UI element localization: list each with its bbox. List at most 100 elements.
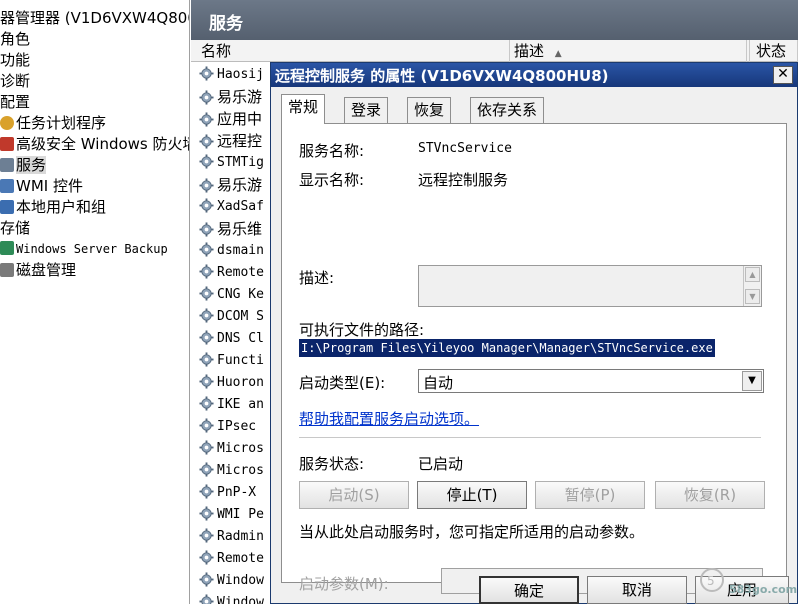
service-row[interactable]: Micros: [191, 460, 264, 482]
service-row[interactable]: 易乐游: [191, 86, 262, 108]
service-row[interactable]: Remote: [191, 262, 264, 284]
service-row-name: DCOM S: [217, 309, 264, 324]
description-box[interactable]: ▲ ▼: [418, 265, 762, 307]
service-row-name: dsmain: [217, 243, 264, 258]
close-button[interactable]: ✕: [773, 66, 793, 84]
tree-item[interactable]: 器管理器 (V1D6VXW4Q800HU: [0, 8, 189, 29]
tab-logon[interactable]: 登录: [344, 97, 389, 123]
chevron-down-icon[interactable]: ▼: [742, 371, 762, 391]
scroll-up-icon[interactable]: ▲: [745, 267, 760, 282]
gear-icon: [199, 222, 214, 237]
tree-item[interactable]: 角色: [0, 29, 30, 50]
pause-button[interactable]: 暂停(P): [535, 481, 645, 509]
service-row[interactable]: 易乐游: [191, 174, 262, 196]
service-row-name: Radmin: [217, 529, 264, 544]
stop-button[interactable]: 停止(T): [417, 481, 527, 509]
service-row[interactable]: IKE an: [191, 394, 264, 416]
service-row-name: STMTig: [217, 155, 264, 170]
service-row[interactable]: Radmin: [191, 526, 264, 548]
service-row[interactable]: IPsec: [191, 416, 256, 438]
start-button[interactable]: 启动(S): [299, 481, 409, 509]
service-row[interactable]: Haosij: [191, 64, 264, 86]
resume-button[interactable]: 恢复(R): [655, 481, 765, 509]
tab-dependencies[interactable]: 依存关系: [470, 97, 545, 123]
service-status-value: 已启动: [418, 455, 464, 473]
gear-icon: [199, 572, 214, 587]
service-row[interactable]: CNG Ke: [191, 284, 264, 306]
tree-item[interactable]: 磁盘管理: [0, 260, 76, 281]
watermark-text: 583go.com: [729, 583, 798, 596]
gear-icon: [199, 594, 214, 604]
service-row[interactable]: 远程控: [191, 130, 262, 152]
description-scrollbar[interactable]: ▲ ▼: [743, 266, 761, 306]
service-row-name: 易乐维: [217, 220, 263, 238]
tree-item[interactable]: 服务: [0, 155, 47, 176]
tree-item-label: 高级安全 Windows 防火墙: [16, 135, 190, 153]
tree-item-label: 功能: [0, 51, 31, 69]
service-name-label: 服务名称:: [299, 142, 365, 160]
gear-icon: [199, 90, 214, 105]
service-row[interactable]: Functi: [191, 350, 264, 372]
service-row[interactable]: XadSaf: [191, 196, 264, 218]
gear-icon: [199, 462, 214, 477]
watermark: 5 583go.com: [697, 561, 797, 603]
service-row[interactable]: WMI Pe: [191, 504, 264, 526]
tree-item-label: Windows Server Backup: [16, 242, 168, 256]
service-row[interactable]: 易乐维: [191, 218, 262, 240]
tab-recovery[interactable]: 恢复: [407, 97, 452, 123]
tree-item[interactable]: 功能: [0, 50, 30, 71]
service-row[interactable]: 应用中: [191, 108, 262, 130]
scroll-down-icon[interactable]: ▼: [745, 289, 760, 304]
help-configure-startup-link[interactable]: 帮助我配置服务启动选项。: [299, 408, 479, 429]
gear-icon: [199, 154, 214, 169]
service-row[interactable]: Window: [191, 592, 264, 604]
gear-icon: [199, 286, 214, 301]
start-params-label: 启动参数(M):: [299, 575, 389, 593]
disk-icon: [0, 263, 14, 277]
service-row-name: Window: [217, 573, 264, 588]
tree-item[interactable]: 本地用户和组: [0, 197, 106, 218]
tab-general[interactable]: 常规: [281, 94, 326, 124]
tree-item[interactable]: WMI 控件: [0, 176, 83, 197]
service-row-name: Window: [217, 595, 264, 604]
gear-icon: [199, 440, 214, 455]
clock-icon: [0, 116, 14, 130]
description-label: 描述:: [299, 269, 335, 287]
column-status[interactable]: 状态: [749, 40, 798, 62]
tree-item-label: 配置: [0, 93, 31, 111]
gear-icon: [199, 352, 214, 367]
tree-item[interactable]: 高级安全 Windows 防火墙: [0, 134, 190, 155]
tree-item[interactable]: Windows Server Backup: [0, 239, 168, 260]
service-row[interactable]: dsmain: [191, 240, 264, 262]
services-pane-header: 服务: [191, 0, 798, 40]
service-row[interactable]: PnP-X: [191, 482, 256, 504]
watermark-logo-icon: 5: [700, 568, 724, 592]
service-row[interactable]: STMTig: [191, 152, 264, 174]
service-row[interactable]: DNS Cl: [191, 328, 264, 350]
service-row[interactable]: Micros: [191, 438, 264, 460]
service-row[interactable]: Huoron: [191, 372, 264, 394]
service-row-name: 易乐游: [217, 88, 263, 106]
tree-item[interactable]: 配置: [0, 92, 30, 113]
cancel-button[interactable]: 取消: [587, 576, 687, 604]
tree-item[interactable]: 存储: [0, 218, 30, 239]
services-icon: [0, 158, 14, 172]
tree-item[interactable]: 任务计划程序: [0, 113, 106, 134]
ok-button[interactable]: 确定: [479, 576, 579, 604]
column-name[interactable]: 名称: [201, 40, 501, 62]
services-pane-title: 服务: [209, 14, 243, 34]
column-description[interactable]: 描述 ▲: [509, 40, 747, 62]
executable-path-value[interactable]: I:\Program Files\Yileyoo Manager\Manager…: [299, 339, 715, 357]
service-row[interactable]: Window: [191, 570, 264, 592]
divider: [299, 437, 761, 439]
display-name-value: 远程控制服务: [418, 171, 509, 189]
dialog-title-bar: 远程控制服务 的属性 (V1D6VXW4Q800HU8) ✕: [271, 63, 797, 87]
service-row-name: IKE an: [217, 397, 264, 412]
startup-type-select[interactable]: 自动 ▼: [418, 369, 764, 393]
gear-icon: [199, 112, 214, 127]
service-row-name: PnP-X: [217, 485, 257, 500]
tree-item[interactable]: 诊断: [0, 71, 30, 92]
service-row[interactable]: DCOM S: [191, 306, 264, 328]
service-row-name: Haosij: [217, 67, 264, 82]
service-row[interactable]: Remote: [191, 548, 264, 570]
